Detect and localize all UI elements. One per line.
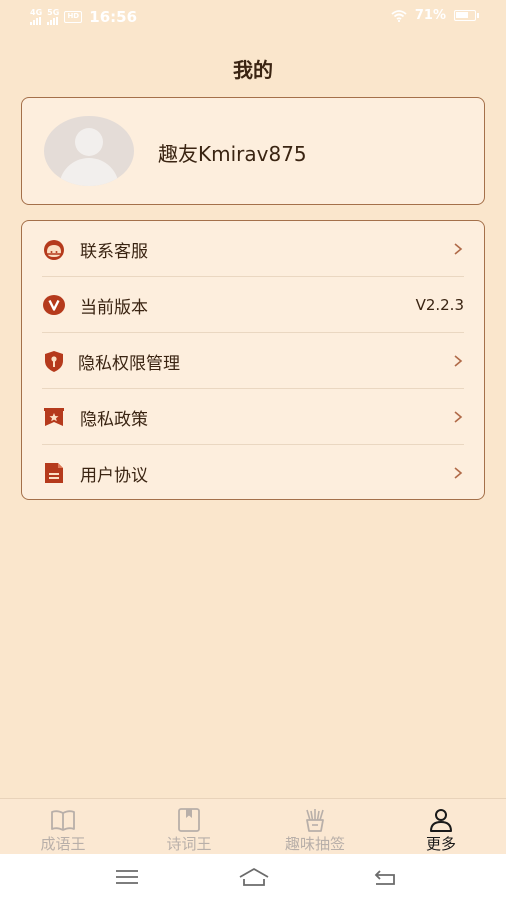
bookmark-book-icon bbox=[178, 808, 200, 832]
menu-item-version[interactable]: 当前版本 V2.2.3 bbox=[42, 277, 464, 333]
network-type-2: 5G bbox=[47, 8, 60, 17]
menu-label-user-agreement: 用户协议 bbox=[80, 465, 148, 486]
menu-lines-icon[interactable] bbox=[112, 864, 142, 890]
privacy-shield-icon bbox=[42, 349, 66, 373]
page-title: 我的 bbox=[233, 58, 273, 82]
chevron-right-icon bbox=[454, 411, 463, 423]
tab-idioms[interactable]: 成语王 bbox=[0, 799, 126, 855]
battery-level bbox=[456, 12, 468, 18]
menu-label-version: 当前版本 bbox=[80, 297, 148, 318]
back-icon[interactable] bbox=[370, 864, 400, 890]
username: 趣友Kmirav875 bbox=[158, 142, 307, 166]
status-left: 4G 5G HD 16:56 bbox=[30, 8, 137, 26]
avatar[interactable] bbox=[44, 116, 134, 186]
version-v-icon bbox=[42, 293, 66, 317]
network-type-1: 4G bbox=[30, 8, 43, 17]
status-time: 16:56 bbox=[89, 8, 138, 26]
chevron-right-icon bbox=[454, 467, 463, 479]
settings-menu: 联系客服 当前版本 V2.2.3 隐私权限管理 隐私政策 用户协议 bbox=[21, 220, 485, 500]
menu-label-privacy-permissions: 隐私权限管理 bbox=[78, 353, 180, 374]
home-icon[interactable] bbox=[238, 864, 270, 890]
customer-service-icon bbox=[42, 237, 66, 261]
battery-percent: 71% bbox=[414, 8, 446, 23]
status-right: 71% bbox=[391, 8, 479, 23]
menu-label-customer-service: 联系客服 bbox=[80, 241, 148, 262]
book-icon bbox=[51, 810, 75, 831]
agreement-document-icon bbox=[42, 461, 66, 485]
person-icon bbox=[430, 809, 452, 832]
battery-icon bbox=[454, 10, 479, 21]
bottom-tab-bar: 成语王 诗词王 趣味抽签 更多 bbox=[0, 798, 506, 854]
tab-label-poetry: 诗词王 bbox=[166, 835, 212, 853]
tab-fortune[interactable]: 趣味抽签 bbox=[252, 799, 378, 855]
status-bar: 4G 5G HD 16:56 71% bbox=[0, 0, 506, 34]
menu-label-privacy-policy: 隐私政策 bbox=[80, 409, 148, 430]
policy-star-icon bbox=[42, 405, 66, 429]
menu-item-customer-service[interactable]: 联系客服 bbox=[42, 221, 464, 277]
tab-label-idioms: 成语王 bbox=[40, 835, 86, 853]
menu-item-privacy-permissions[interactable]: 隐私权限管理 bbox=[42, 333, 464, 389]
tab-more[interactable]: 更多 bbox=[378, 799, 504, 855]
profile-card[interactable]: 趣友Kmirav875 bbox=[21, 97, 485, 205]
chevron-right-icon bbox=[454, 243, 463, 255]
tab-poetry[interactable]: 诗词王 bbox=[126, 799, 252, 855]
signal-1-icon: 4G bbox=[30, 9, 42, 25]
wifi-icon bbox=[391, 9, 407, 22]
fortune-sticks-icon bbox=[306, 809, 324, 832]
avatar-head bbox=[75, 128, 103, 156]
menu-item-user-agreement[interactable]: 用户协议 bbox=[42, 445, 464, 501]
version-number: V2.2.3 bbox=[415, 296, 464, 314]
hd-badge-icon: HD bbox=[64, 11, 83, 23]
signal-2-icon: 5G bbox=[47, 9, 59, 25]
system-nav-bar bbox=[0, 854, 506, 900]
avatar-body bbox=[59, 158, 119, 186]
tab-label-fortune: 趣味抽签 bbox=[284, 835, 345, 853]
chevron-right-icon bbox=[454, 355, 463, 367]
tab-label-more: 更多 bbox=[425, 835, 456, 853]
menu-item-privacy-policy[interactable]: 隐私政策 bbox=[42, 389, 464, 445]
